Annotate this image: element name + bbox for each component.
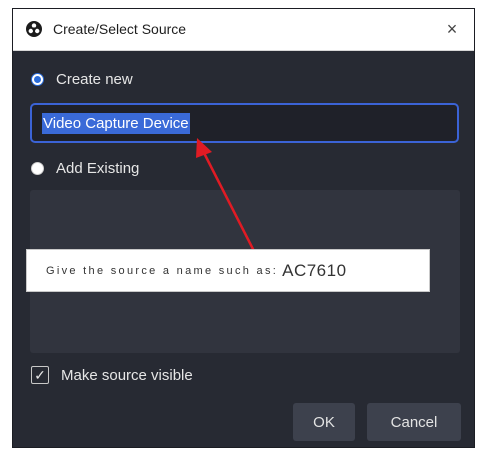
checkmark-icon: ✓ [31,366,49,384]
source-name-value: Video Capture Device [42,112,190,134]
create-new-label: Create new [56,71,133,88]
callout-instruction: Give the source a name such as: [46,264,279,277]
obs-icon [26,21,42,37]
radio-checked-icon [31,73,44,86]
source-name-input[interactable]: Video Capture Device [30,103,459,143]
ok-button[interactable]: OK [293,403,355,441]
radio-unchecked-icon [31,162,44,175]
make-source-visible-label: Make source visible [61,366,193,384]
add-existing-label: Add Existing [56,160,140,177]
make-source-visible-checkbox[interactable]: ✓ Make source visible [31,366,193,384]
create-new-radio[interactable]: Create new [31,71,133,88]
callout-example-name: AC7610 [282,260,347,280]
title-bar: Create/Select Source × [13,9,474,51]
close-icon[interactable]: × [440,17,464,41]
dialog-title: Create/Select Source [53,21,187,37]
cancel-button[interactable]: Cancel [367,403,461,441]
create-select-source-dialog: Create/Select Source × Create new Video … [12,8,475,448]
annotation-callout: Give the source a name such as: AC7610 [26,249,430,292]
add-existing-radio[interactable]: Add Existing [31,160,139,177]
